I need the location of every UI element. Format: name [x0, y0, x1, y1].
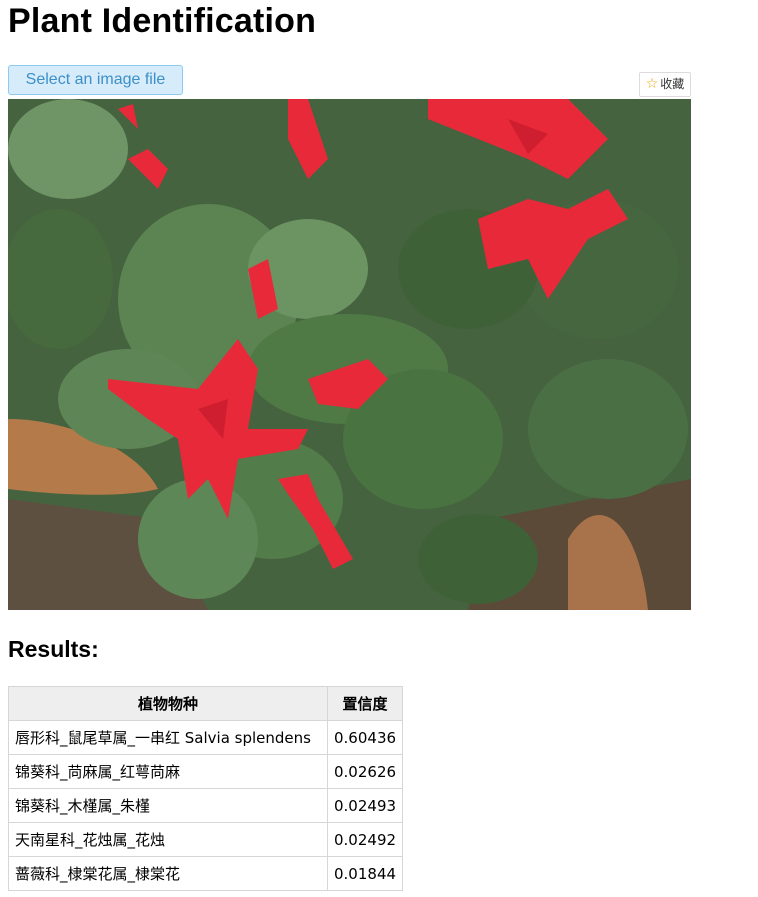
- table-header-row: 植物物种 置信度: [8, 686, 404, 721]
- species-cell: 唇形科_鼠尾草属_一串红 Salvia splendens: [8, 720, 328, 755]
- table-row: 锦葵科_苘麻属_红萼苘麻 0.02626: [8, 754, 404, 789]
- results-heading: Results:: [8, 636, 99, 662]
- table-row: 唇形科_鼠尾草属_一串红 Salvia splendens 0.60436: [8, 720, 404, 755]
- confidence-cell: 0.02493: [326, 788, 404, 823]
- confidence-cell: 0.01844: [326, 856, 404, 891]
- column-header-confidence: 置信度: [326, 686, 404, 721]
- favorite-label: 收藏: [660, 77, 685, 91]
- confidence-cell: 0.02492: [326, 822, 404, 857]
- species-cell: 锦葵科_苘麻属_红萼苘麻: [8, 754, 328, 789]
- table-row: 蔷薇科_棣棠花属_棣棠花 0.01844: [8, 856, 404, 891]
- confidence-cell: 0.02626: [326, 754, 404, 789]
- species-cell: 天南星科_花烛属_花烛: [8, 822, 328, 857]
- species-cell: 锦葵科_木槿属_朱槿: [8, 788, 328, 823]
- species-cell: 蔷薇科_棣棠花属_棣棠花: [8, 856, 328, 891]
- column-header-species: 植物物种: [8, 686, 328, 721]
- select-image-button[interactable]: Select an image file: [8, 65, 183, 95]
- table-row: 锦葵科_木槿属_朱槿 0.02493: [8, 788, 404, 823]
- table-row: 天南星科_花烛属_花烛 0.02492: [8, 822, 404, 857]
- plant-photo: [8, 99, 691, 610]
- page-title: Plant Identification: [8, 2, 317, 40]
- confidence-cell: 0.60436: [326, 720, 404, 755]
- favorite-button[interactable]: ☆ 收藏: [639, 72, 691, 97]
- results-table: 植物物种 置信度 唇形科_鼠尾草属_一串红 Salvia splendens 0…: [8, 686, 404, 891]
- star-icon: ☆: [645, 76, 659, 92]
